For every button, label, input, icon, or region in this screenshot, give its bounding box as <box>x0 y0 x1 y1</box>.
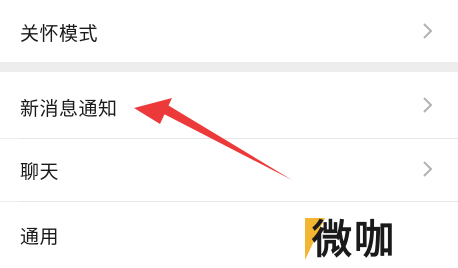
settings-item-label: 关怀模式 <box>20 23 99 45</box>
chevron-right-icon <box>423 23 433 39</box>
chevron-right-icon <box>423 161 433 177</box>
settings-screen: 关怀模式 新消息通知 聊天 通用 微咖 <box>0 0 458 268</box>
settings-item-label: 新消息通知 <box>20 98 118 120</box>
chevron-right-icon <box>423 97 433 113</box>
settings-item-label: 通用 <box>20 226 60 248</box>
settings-item-new-message-notifications[interactable]: 新消息通知 <box>0 72 458 138</box>
watermark-logo-text: 微咖 <box>312 217 396 263</box>
settings-item-label: 聊天 <box>20 161 60 183</box>
settings-item-care-mode[interactable]: 关怀模式 <box>0 0 458 62</box>
settings-item-chat[interactable]: 聊天 <box>0 139 458 201</box>
